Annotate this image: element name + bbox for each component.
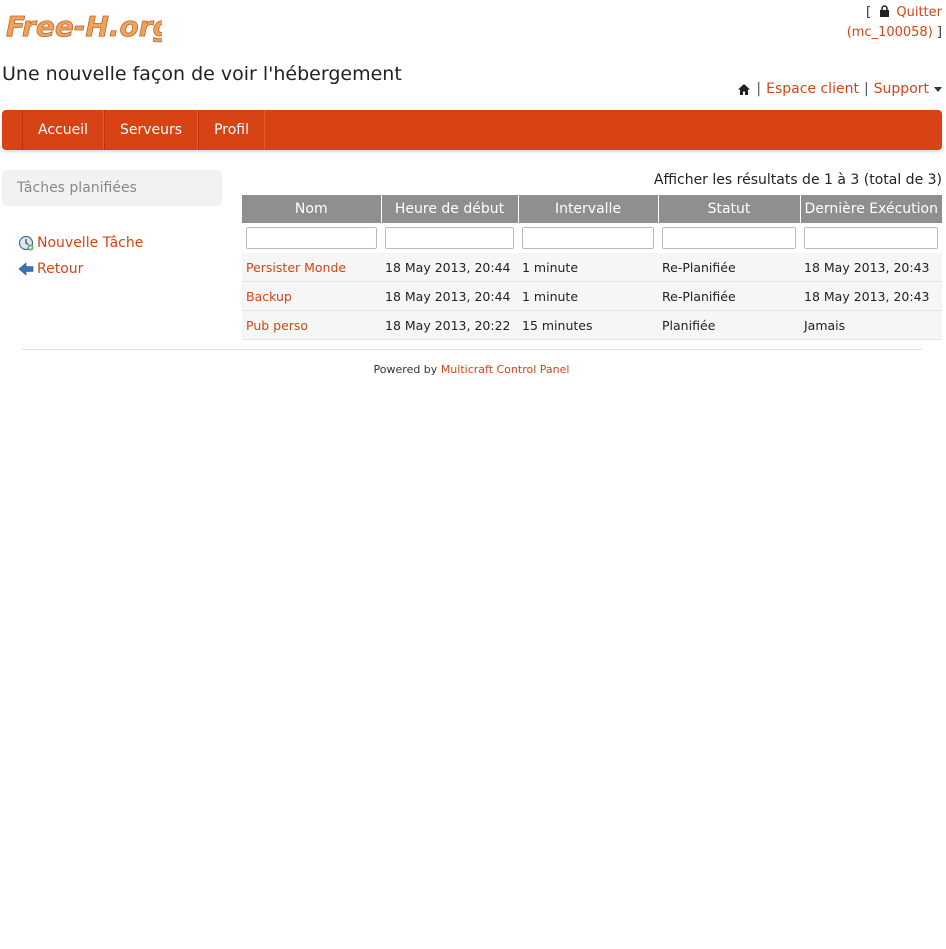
table-cell: 18 May 2013, 20:44 bbox=[381, 253, 518, 282]
home-icon[interactable] bbox=[737, 83, 751, 96]
table-cell: Planifiée bbox=[658, 310, 800, 340]
nav-item-profil[interactable]: Profil bbox=[198, 110, 265, 150]
top-links: | Espace client | Support bbox=[737, 81, 942, 97]
sidebar-item-label[interactable]: Nouvelle Tâche bbox=[37, 235, 143, 251]
tasks-table: Nom Heure de début Intervalle Statut Der… bbox=[242, 195, 942, 340]
sidebar-item-back[interactable]: Retour bbox=[18, 256, 143, 282]
filter-derniere-execution-input[interactable] bbox=[804, 227, 938, 249]
sidebar-menu: Nouvelle Tâche Retour bbox=[18, 230, 143, 282]
filter-statut-input[interactable] bbox=[662, 227, 796, 249]
separator: | bbox=[756, 81, 762, 97]
results-summary: Afficher les résultats de 1 à 3 (total d… bbox=[653, 172, 942, 188]
table-cell: Jamais bbox=[800, 310, 942, 340]
bracket-open: [ bbox=[866, 5, 872, 20]
chevron-down-icon[interactable] bbox=[934, 86, 942, 92]
table-cell: 18 May 2013, 20:44 bbox=[381, 281, 518, 311]
support-menu[interactable]: Support bbox=[874, 81, 929, 97]
svg-text:Free-H.org: Free-H.org bbox=[6, 10, 162, 43]
column-header-derniere-execution[interactable]: Dernière Exécution bbox=[800, 195, 942, 223]
column-header-statut[interactable]: Statut bbox=[658, 195, 801, 223]
table-cell: 18 May 2013, 20:43 bbox=[800, 253, 942, 282]
separator: | bbox=[863, 81, 869, 97]
table-cell: 18 May 2013, 20:22 bbox=[381, 310, 518, 340]
sidebar-item-label[interactable]: Retour bbox=[37, 261, 83, 277]
powered-by-text: Powered by bbox=[373, 363, 438, 376]
username-link[interactable]: (mc_100058) bbox=[847, 25, 933, 40]
clock-add-icon bbox=[18, 235, 34, 251]
table-cell: 1 minute bbox=[518, 253, 658, 282]
bracket-close: ] bbox=[936, 25, 942, 40]
table-row: Backup 18 May 2013, 20:44 1 minute Re-Pl… bbox=[242, 281, 942, 311]
table-cell: 15 minutes bbox=[518, 310, 658, 340]
logo[interactable]: Free-H.org bbox=[4, 6, 162, 52]
espace-client-link[interactable]: Espace client bbox=[766, 81, 859, 97]
arrow-left-icon bbox=[18, 262, 34, 276]
table-row: Pub perso 18 May 2013, 20:22 15 minutes … bbox=[242, 310, 942, 340]
table-cell: 18 May 2013, 20:43 bbox=[800, 281, 942, 311]
nav-item-accueil[interactable]: Accueil bbox=[22, 110, 104, 150]
filter-heure-debut-input[interactable] bbox=[385, 227, 514, 249]
nav-item-serveurs[interactable]: Serveurs bbox=[104, 110, 199, 150]
footer: Powered by Multicraft Control Panel bbox=[0, 363, 943, 376]
multicraft-link[interactable]: Multicraft Control Panel bbox=[441, 363, 570, 376]
main-navbar: Accueil Serveurs Profil bbox=[2, 110, 942, 150]
task-name-link[interactable]: Backup bbox=[246, 289, 292, 304]
column-header-intervalle[interactable]: Intervalle bbox=[518, 195, 659, 223]
logout-link[interactable]: Quitter bbox=[896, 5, 942, 20]
filter-nom-input[interactable] bbox=[246, 227, 377, 249]
column-header-nom[interactable]: Nom bbox=[242, 195, 382, 223]
sidebar-title: Tâches planifiées bbox=[2, 170, 222, 206]
filter-row bbox=[242, 223, 942, 253]
table-cell: 1 minute bbox=[518, 281, 658, 311]
task-name-link[interactable]: Pub perso bbox=[246, 318, 308, 333]
task-name-link[interactable]: Persister Monde bbox=[246, 260, 346, 275]
footer-divider bbox=[22, 349, 922, 350]
filter-intervalle-input[interactable] bbox=[522, 227, 654, 249]
table-cell: Re-Planifiée bbox=[658, 281, 800, 311]
column-header-heure-debut[interactable]: Heure de début bbox=[381, 195, 519, 223]
user-box: [ Quitter (mc_100058) ] bbox=[847, 3, 942, 43]
table-cell: Re-Planifiée bbox=[658, 253, 800, 282]
lock-icon bbox=[880, 5, 890, 17]
table-row: Persister Monde 18 May 2013, 20:44 1 min… bbox=[242, 253, 942, 282]
sidebar-item-new-task[interactable]: Nouvelle Tâche bbox=[18, 230, 143, 256]
table-header-row: Nom Heure de début Intervalle Statut Der… bbox=[242, 195, 942, 223]
tagline: Une nouvelle façon de voir l'hébergement bbox=[2, 63, 402, 85]
